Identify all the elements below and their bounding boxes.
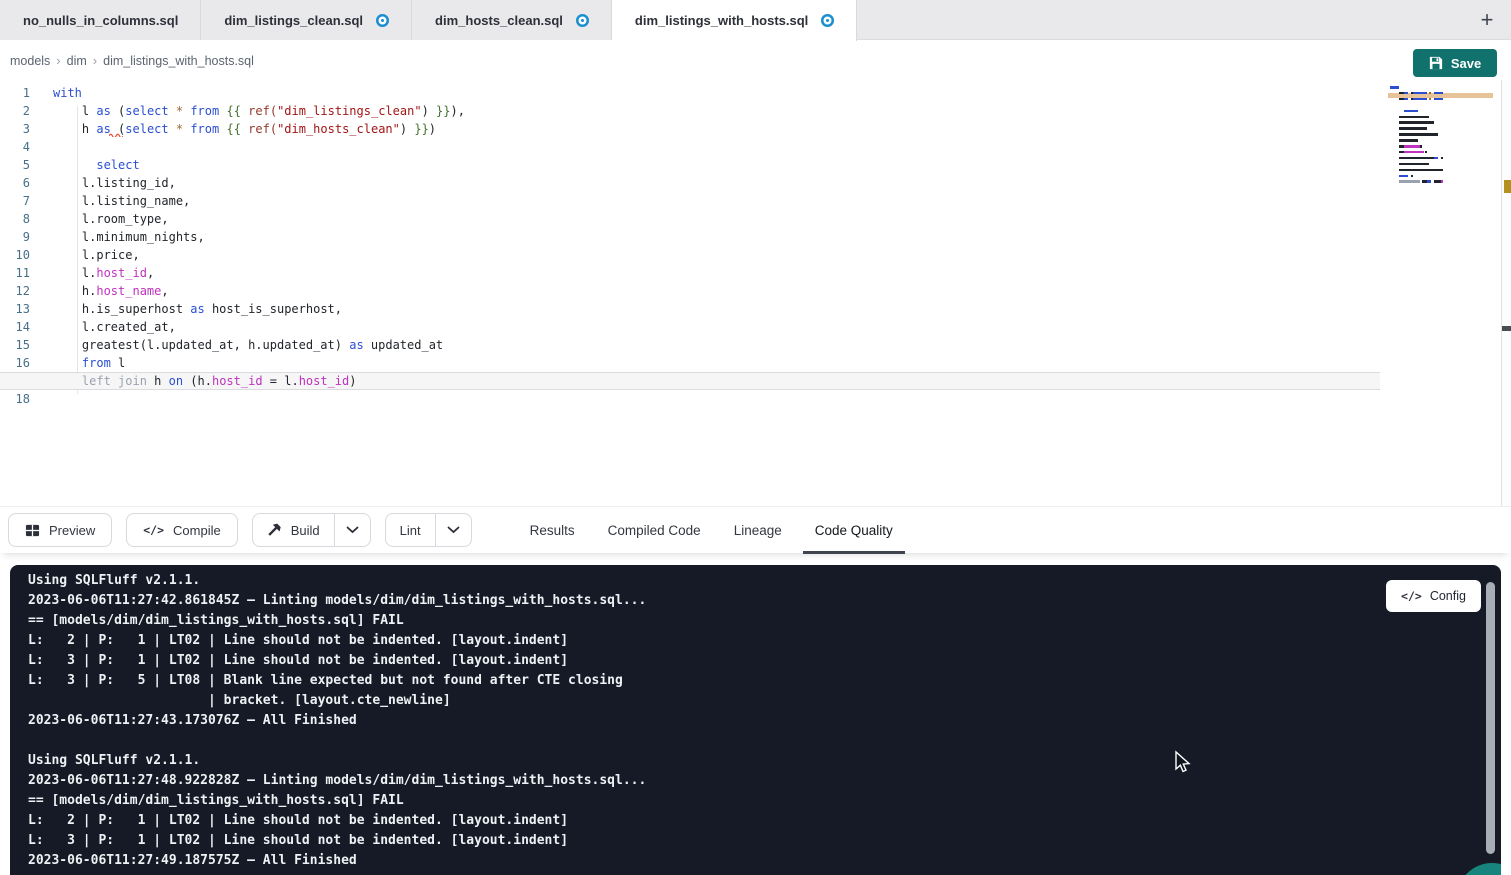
chevron-down-icon [346,526,359,534]
editor-scroll-gutter[interactable] [1501,80,1511,506]
code-line [0,138,1380,156]
code-line: l.created_at, [0,318,1380,336]
lint-button[interactable]: Lint [386,514,435,546]
code-line: l.room_type, [0,210,1380,228]
config-button[interactable]: </> Config [1386,580,1481,612]
build-button-group: Build [252,513,371,547]
code-line: left join h on (h.host_id = l.host_id) [0,372,1380,390]
compile-label: Compile [173,523,221,538]
code-line: l.price, [0,246,1380,264]
help-fab-button[interactable] [1457,863,1501,875]
code-line: with [0,84,1380,102]
code-icon: </> [1401,589,1422,603]
file-tab-label: dim_listings_clean.sql [224,13,363,28]
code-line: l.host_id, [0,264,1380,282]
code-line: l.listing_id, [0,174,1380,192]
preview-label: Preview [49,523,95,538]
unsaved-changes-icon [376,14,389,27]
terminal-output: Using SQLFluff v2.1.1. 2023-06-06T11:27:… [28,571,646,871]
lint-label: Lint [400,523,421,538]
breadcrumb: models › dim › dim_listings_with_hosts.sql [10,41,254,80]
file-tab-bar: no_nulls_in_columns.sql dim_listings_clea… [0,0,1511,40]
dbt-ide-window: no_nulls_in_columns.sql dim_listings_clea… [0,0,1511,875]
build-label: Build [291,523,320,538]
unsaved-changes-icon [576,14,589,27]
hammer-icon [267,523,282,538]
build-button[interactable]: Build [253,514,334,546]
code-line: h.host_name, [0,282,1380,300]
code-line: h.is_superhost as host_is_superhost, [0,300,1380,318]
lint-button-group: Lint [385,513,472,547]
file-tab[interactable]: dim_listings_clean.sql [201,0,412,40]
panel-tab-code-quality[interactable]: Code Quality [803,507,905,554]
file-tab-label: dim_hosts_clean.sql [435,13,563,28]
code-line: select [0,156,1380,174]
code-line [0,390,1380,408]
new-tab-button[interactable]: + [1471,0,1503,40]
lint-output-terminal: Using SQLFluff v2.1.1. 2023-06-06T11:27:… [10,565,1501,875]
code-editor[interactable]: 123456789101112131415161718 with l as (s… [0,80,1511,506]
code-line: h as (select * from {{ ref("dim_hosts_cl… [0,120,1380,138]
code-line: greatest(l.updated_at, h.updated_at) as … [0,336,1380,354]
breadcrumb-segment[interactable]: models [10,54,50,68]
compile-button[interactable]: </> Compile [126,513,237,547]
file-tabs: no_nulls_in_columns.sql dim_listings_clea… [0,0,857,39]
code-line: l.listing_name, [0,192,1380,210]
code-line: from l [0,354,1380,372]
config-label: Config [1430,589,1466,603]
panel-tab-lineage[interactable]: Lineage [722,507,794,554]
file-tab[interactable]: dim_hosts_clean.sql [412,0,612,40]
lint-warning-marker [1504,180,1511,193]
code-line: l as (select * from {{ ref("dim_listings… [0,102,1380,120]
file-tab[interactable]: dim_listings_with_hosts.sql [612,0,857,41]
code-area: with l as (select * from {{ ref("dim_lis… [0,84,1380,408]
preview-button[interactable]: Preview [8,513,112,547]
chevron-down-icon [447,526,460,534]
code-icon: </> [143,523,164,537]
scroll-position-marker [1502,326,1511,331]
breadcrumb-chevron-icon: › [93,53,97,68]
file-tab-label: no_nulls_in_columns.sql [23,13,178,28]
breadcrumb-segment[interactable]: dim_listings_with_hosts.sql [103,54,254,68]
panel-tab-compiled-code[interactable]: Compiled Code [596,507,713,554]
terminal-scrollbar[interactable] [1486,582,1495,854]
code-line: l.minimum_nights, [0,228,1380,246]
table-grid-icon [25,523,40,538]
floppy-disk-icon [1429,56,1443,70]
breadcrumb-chevron-icon: › [56,53,60,68]
panel-tab-results[interactable]: Results [518,507,587,554]
file-tab-label: dim_listings_with_hosts.sql [635,13,808,28]
result-panel-tabs: ResultsCompiled CodeLineageCode Quality [518,507,905,554]
lint-dropdown-button[interactable] [435,514,471,546]
unsaved-changes-icon [821,14,834,27]
file-tab[interactable]: no_nulls_in_columns.sql [0,0,201,40]
breadcrumb-bar: models › dim › dim_listings_with_hosts.sql S… [0,41,1511,80]
lint-error-squiggle [109,132,123,137]
editor-toolbar: Preview </> Compile Build Lint [0,506,1511,553]
save-label: Save [1451,56,1481,71]
save-button[interactable]: Save [1413,49,1497,77]
minimap[interactable] [1390,86,1444,206]
build-dropdown-button[interactable] [334,514,370,546]
breadcrumb-segment[interactable]: dim [67,54,87,68]
